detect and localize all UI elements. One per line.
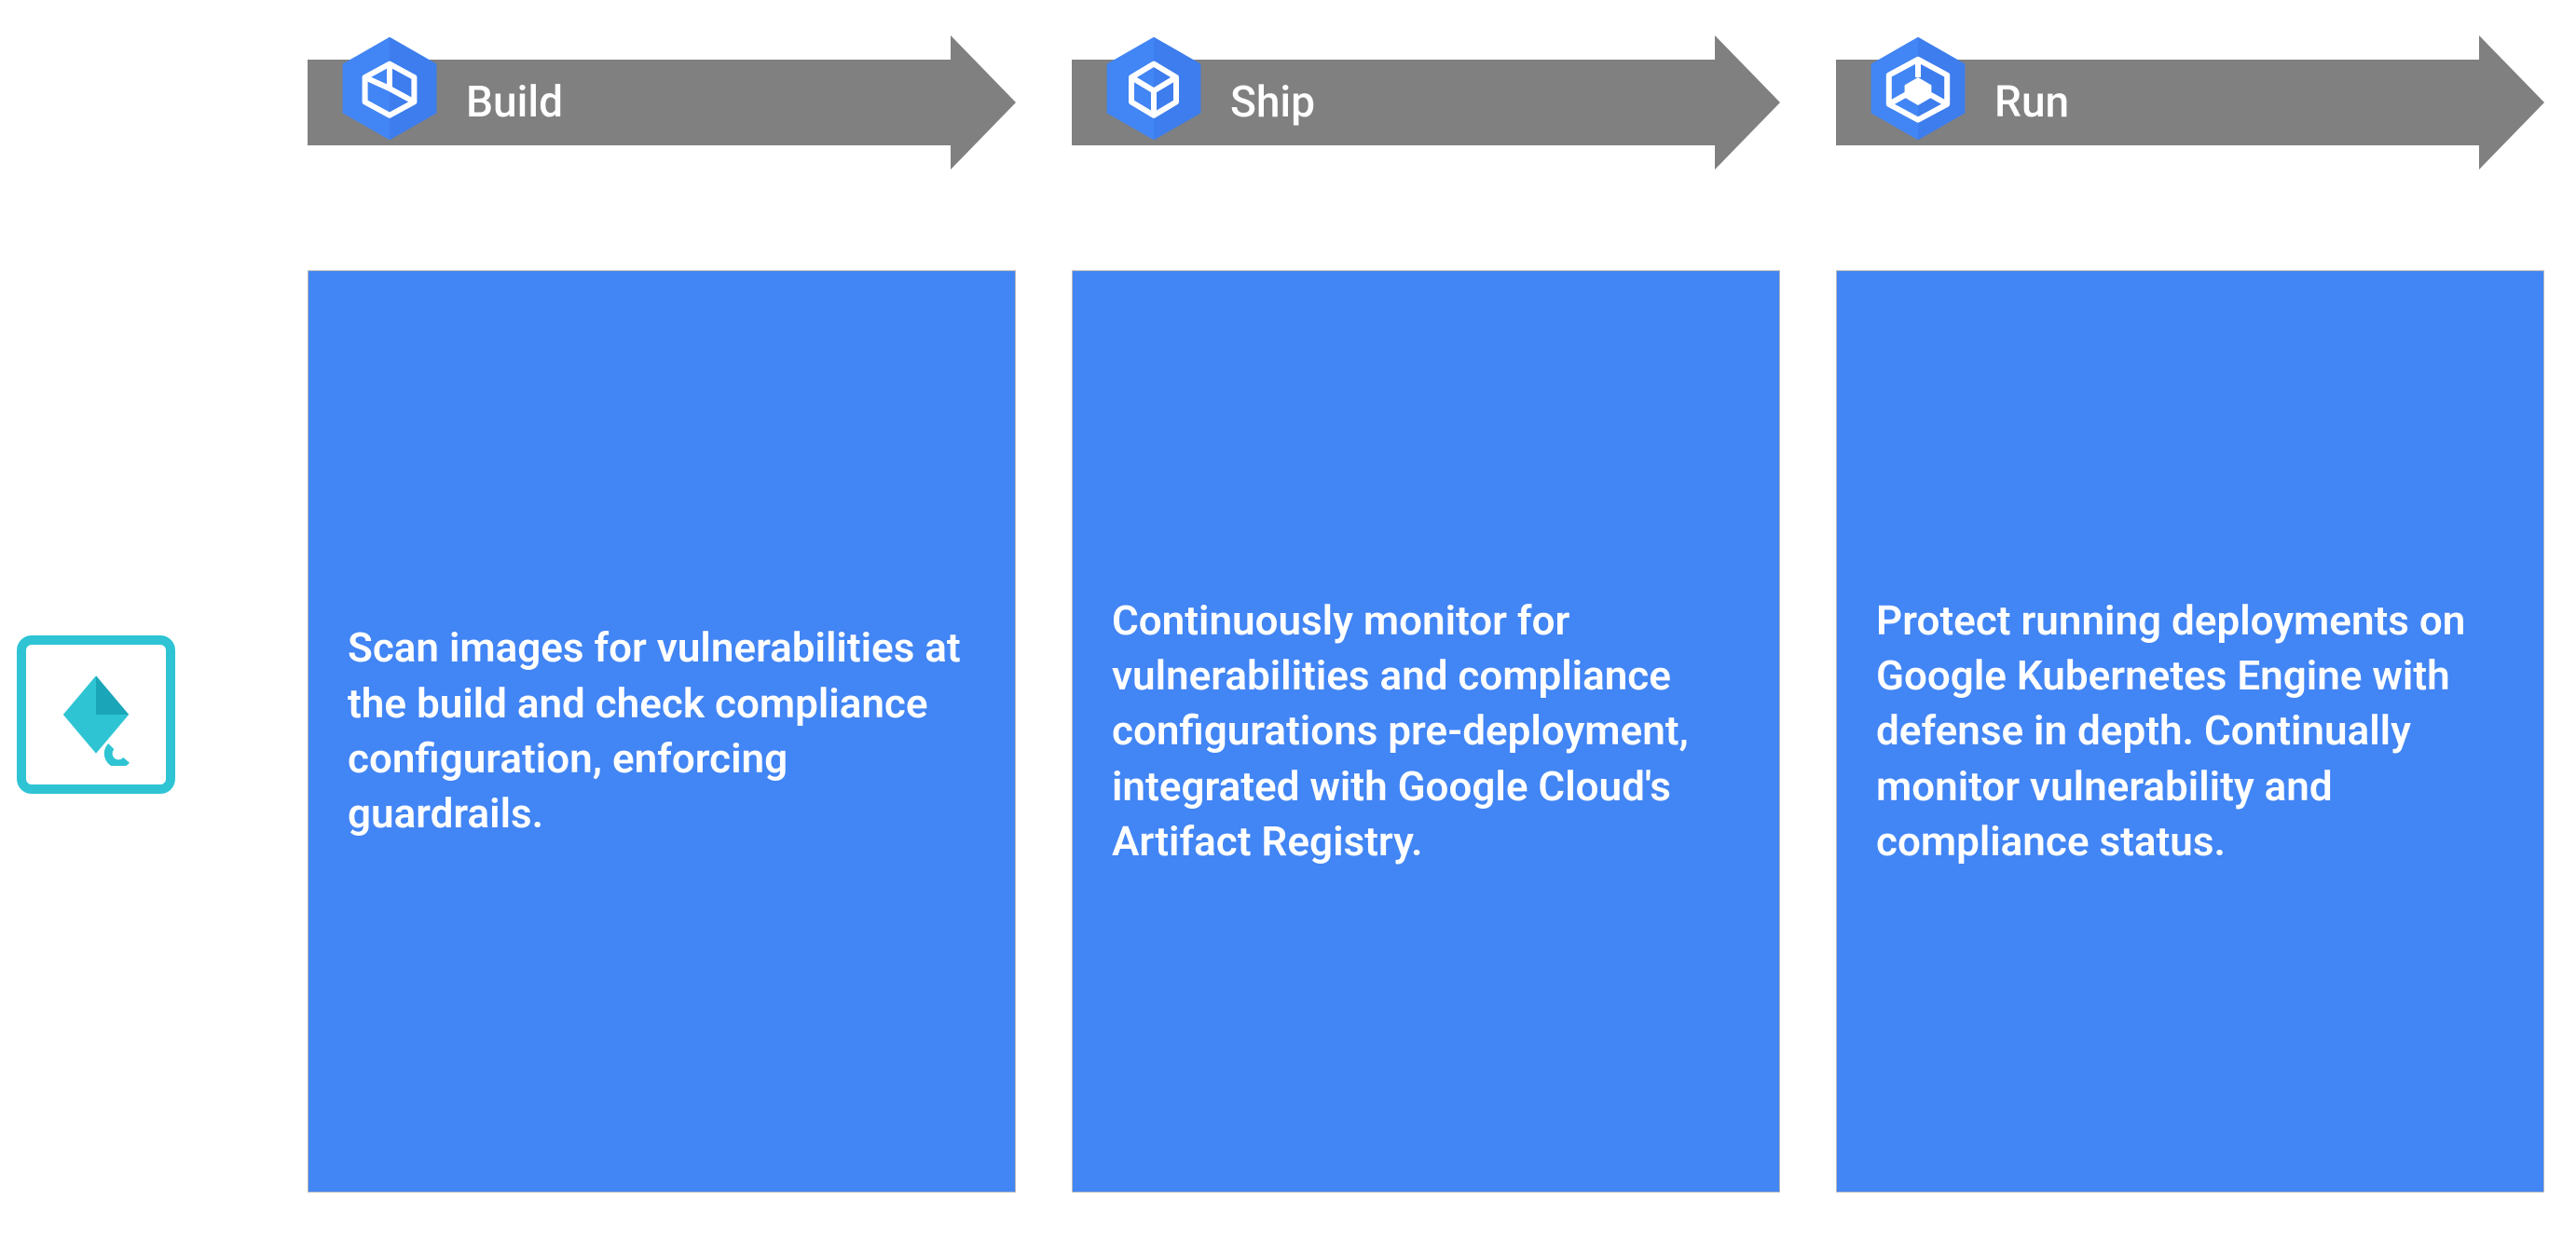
card-run: Protect running deployments on Google Ku… bbox=[1836, 270, 2544, 1193]
stage-ship: Ship Continuously monitor for vulnerabil… bbox=[1072, 0, 1780, 1193]
stage-run: Run Protect running deployments on Googl… bbox=[1836, 0, 2544, 1193]
arrow-head-icon bbox=[2479, 35, 2544, 170]
card-build: Scan images for vulnerabilities at the b… bbox=[308, 270, 1016, 1193]
arrow-head-icon bbox=[1715, 35, 1780, 170]
arrow-ship: Ship bbox=[1072, 47, 1780, 158]
card-build-text: Scan images for vulnerabilities at the b… bbox=[348, 620, 976, 842]
card-ship: Continuously monitor for vulnerabilities… bbox=[1072, 270, 1780, 1193]
gke-icon bbox=[1862, 33, 1974, 144]
cloud-build-icon bbox=[334, 33, 445, 144]
card-run-text: Protect running deployments on Google Ku… bbox=[1876, 593, 2504, 870]
arrow-build: Build bbox=[308, 47, 1016, 158]
card-ship-text: Continuously monitor for vulnerabilities… bbox=[1112, 593, 1740, 870]
arrow-head-icon bbox=[951, 35, 1016, 170]
stage-build: Build Scan images for vulnerabilities at… bbox=[308, 0, 1016, 1193]
arrow-run: Run bbox=[1836, 47, 2544, 158]
artifact-registry-icon bbox=[1098, 33, 1210, 144]
side-badge-icon bbox=[17, 635, 175, 794]
